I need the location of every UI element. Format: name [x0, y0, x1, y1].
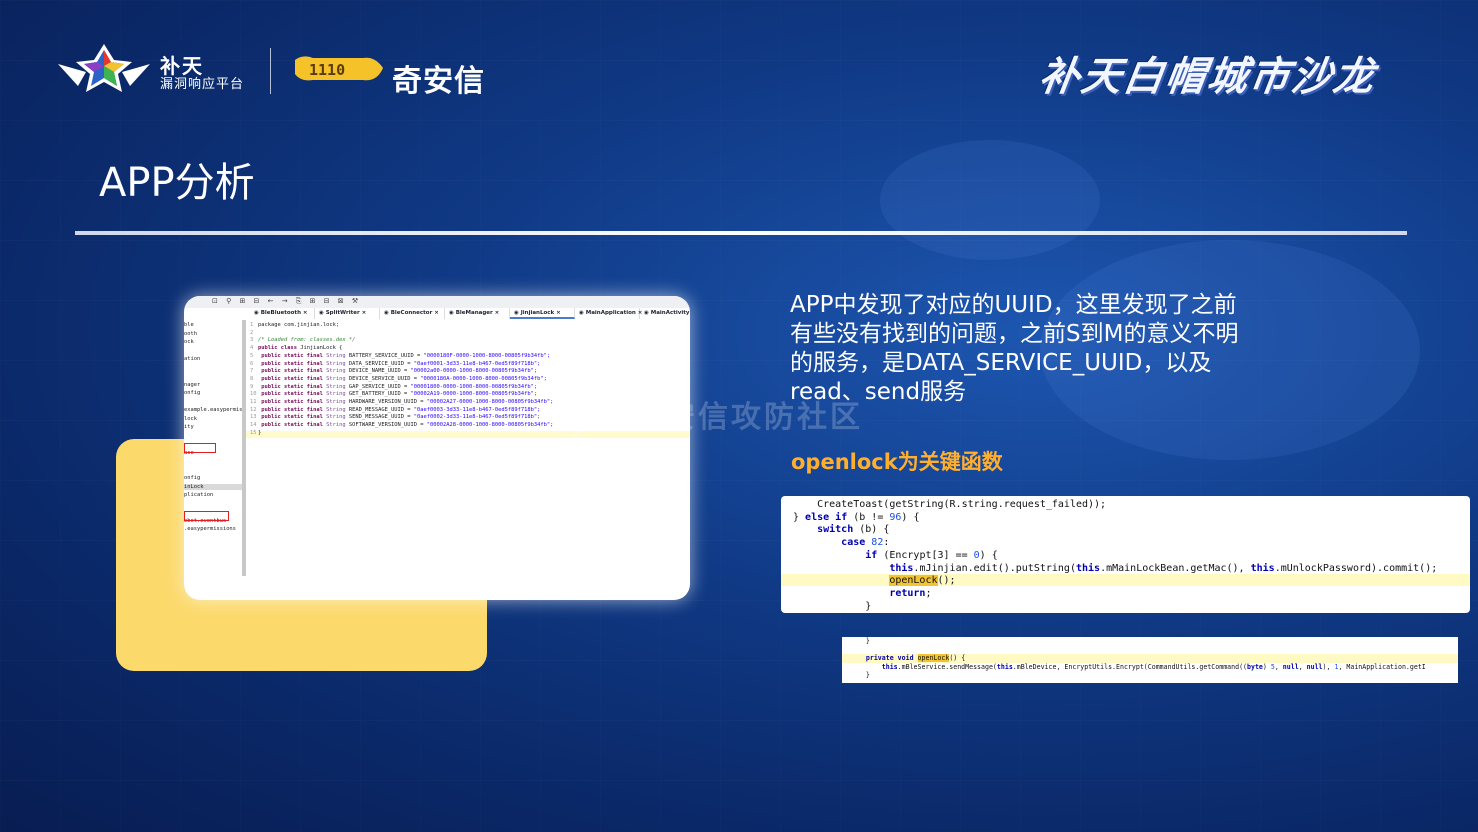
tree-highlight-box	[184, 443, 216, 453]
code-line: 8 public static final String DEVICE_SERV…	[250, 375, 547, 382]
code-line: 13 public static final String SEND_MESSA…	[250, 414, 541, 421]
tree-item[interactable]: ation	[184, 356, 200, 362]
tree-item[interactable]: onfig	[184, 390, 200, 396]
tree-item[interactable]: onfig	[184, 475, 200, 481]
code-line: 5 public static final String BATTERY_SER…	[250, 352, 551, 359]
code-line: 14 public static final String SOFTWARE_V…	[250, 422, 554, 429]
logo-divider	[270, 48, 271, 94]
code-snippet-text: CreateToast(getString(R.string.request_f…	[793, 499, 1438, 612]
code-snippet-text: } private void openLock() { this.mBleSer…	[865, 637, 1426, 679]
tree-scrollbar[interactable]	[242, 320, 246, 576]
tree-item[interactable]: ock	[184, 339, 194, 345]
ide-tab[interactable]: ◉ MainActivity	[640, 308, 690, 319]
ide-tab[interactable]: ◉ BleBluetooth ×	[250, 308, 315, 319]
tree-item[interactable]: nager	[184, 382, 200, 388]
ide-toolbar-icons: ⊡ ⚲ ⊞ ⊟ ← → ⎘ ⊞ ⊟ ⊠ ⚒	[212, 297, 362, 305]
tree-highlight-box	[184, 511, 229, 521]
code-line: 9 public static final String GAP_SERVICE…	[250, 383, 538, 390]
key-function-note: openlock为关键函数	[791, 450, 1003, 474]
butian-logo-icon	[58, 44, 150, 92]
tree-item[interactable]: ble	[184, 322, 194, 328]
code-snippet-switch: CreateToast(getString(R.string.request_f…	[781, 496, 1470, 613]
ide-tabs: ◉ BleBluetooth × ◉ SplitWriter × ◉ BleCo…	[250, 308, 690, 319]
salon-title: 补天白帽城市沙龙	[1036, 54, 1379, 100]
qax-badge-text: 1110	[309, 61, 345, 79]
ide-tab[interactable]: ◉ BleConnector ×	[380, 308, 445, 319]
tree-item[interactable]: inLock	[184, 483, 242, 490]
title-divider	[75, 231, 1407, 235]
tree-item[interactable]: plication	[184, 492, 213, 498]
page-title: APP分析	[99, 160, 255, 206]
code-line: package com.jinjian.lock;	[258, 322, 340, 328]
ide-tab[interactable]: ◉ BleManager ×	[445, 308, 510, 319]
ide-toolbar: ⊡ ⚲ ⊞ ⊟ ← → ⎘ ⊞ ⊟ ⊠ ⚒	[184, 296, 690, 308]
tree-item[interactable]: lock	[184, 416, 197, 422]
ide-tab[interactable]: ◉ SplitWriter ×	[315, 308, 380, 319]
tree-item[interactable]: ity	[184, 424, 194, 430]
code-line: 11 public static final String HARDWARE_V…	[250, 399, 554, 406]
qax-name: 奇安信	[392, 64, 485, 99]
ide-tab-active[interactable]: ◉ JinjianLock ×	[510, 308, 575, 319]
ide-screenshot: ⊡ ⚲ ⊞ ⊟ ← → ⎘ ⊞ ⊟ ⊠ ⚒ ◉ BleBluetooth × ◉…	[184, 296, 690, 600]
ide-code-editor: 1 package com.jinjian.lock; 2 3/* Loaded …	[250, 322, 554, 436]
code-line: 7 public static final String DEVICE_NAME…	[250, 368, 538, 375]
watermark-logo-icon	[562, 376, 598, 456]
tree-item[interactable]: example.easypermis	[184, 407, 242, 413]
code-line: 12 public static final String READ_MESSA…	[250, 406, 541, 413]
code-comment: /* Loaded from: classes.dex */	[258, 337, 356, 344]
ide-project-tree: ble ooth ock ation nager onfig example.easyper…	[184, 320, 242, 600]
code-line: 10 public static final String GET_BATTER…	[250, 391, 538, 398]
background-cloud	[880, 140, 1100, 260]
watermark-text: 奇安信攻防社区	[632, 400, 863, 435]
code-line: 6 public static final String DATA_SERVIC…	[250, 360, 541, 367]
slide-description: APP中发现了对应的UUID，这里发现了之前有些没有找到的问题，之前S到M的意义…	[790, 292, 1239, 405]
butian-subtitle: 漏洞响应平台	[160, 77, 245, 92]
tree-item[interactable]: .easypermissions	[184, 526, 236, 532]
code-snippet-openlock: } private void openLock() { this.mBleSer…	[842, 637, 1458, 683]
tree-item[interactable]: ooth	[184, 331, 197, 337]
code-class-name: JinjianLock	[300, 345, 336, 352]
qax-logo-icon: 1110	[295, 56, 383, 81]
ide-tab[interactable]: ◉ MainApplication ×	[575, 308, 642, 319]
